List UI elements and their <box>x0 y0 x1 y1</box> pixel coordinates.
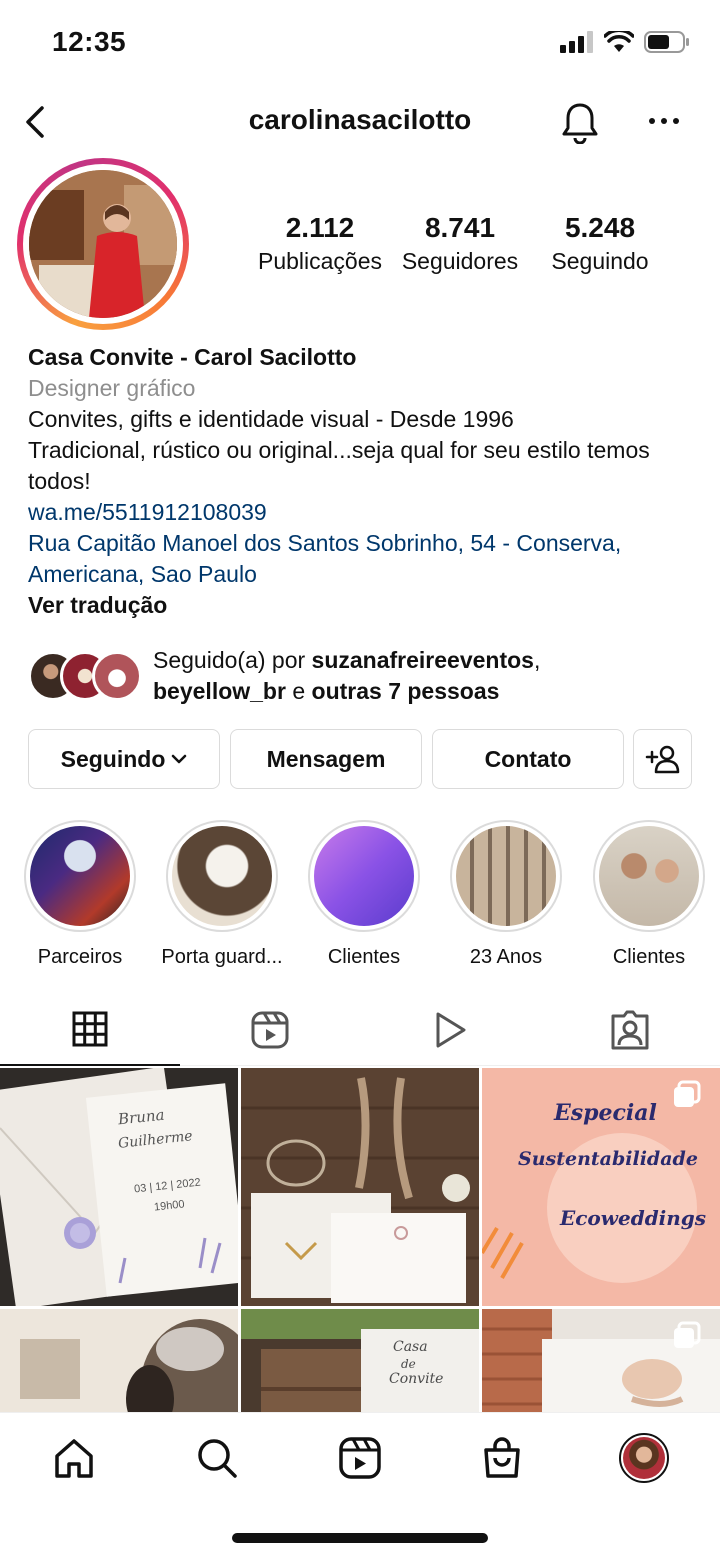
stat-value: 8.741 <box>424 212 496 243</box>
battery-icon <box>644 31 689 53</box>
search-icon <box>198 1439 237 1478</box>
wifi-icon <box>604 31 634 52</box>
stat-value: 2.112 <box>285 212 355 243</box>
reels-icon <box>251 1011 289 1049</box>
highlight-cover <box>30 826 130 926</box>
post-thumbnail[interactable] <box>482 1309 720 1412</box>
stat-followers[interactable]: 8.741 Seguidores <box>390 212 530 275</box>
signal-icon <box>560 31 593 53</box>
following-button[interactable]: Seguindo <box>28 729 220 789</box>
stat-following[interactable]: 5.248 Seguindo <box>530 212 670 275</box>
highlight-cover <box>314 826 414 926</box>
stat-label: Seguidores <box>401 248 519 274</box>
profile-header: carolinasacilotto <box>0 92 720 152</box>
bio-line: Convites, gifts e identidade visual - De… <box>28 406 514 432</box>
post-text: Sustentabilidade <box>518 1148 698 1170</box>
post-thumbnail[interactable]: Especial Sustentabilidade Ecoweddings <box>482 1068 720 1306</box>
message-button[interactable]: Mensagem <box>230 729 422 789</box>
profile-photo <box>29 170 177 318</box>
profile-category: Designer gráfico <box>28 375 196 401</box>
highlight-label: Porta guard... <box>161 946 283 968</box>
mutual-follower-avatars <box>28 651 144 701</box>
nav-home[interactable] <box>49 1433 99 1483</box>
profile-avatar[interactable] <box>17 158 189 330</box>
stat-posts[interactable]: 2.112 Publicações <box>250 212 390 275</box>
tagged-user-icon <box>611 1010 649 1050</box>
highlight-label: Clientes <box>612 946 686 968</box>
highlight-label: 23 Anos <box>469 946 543 968</box>
highlight-item[interactable]: 23 Anos <box>436 820 576 969</box>
status-time: 12:35 <box>52 26 127 57</box>
post-text: de <box>401 1357 416 1371</box>
highlight-cover <box>456 826 556 926</box>
posts-grid: Bruna Guilherme 03 | 12 | 2022 19h00 Esp… <box>0 1068 720 1412</box>
nav-profile[interactable] <box>619 1433 669 1483</box>
suggested-people-button[interactable] <box>633 729 692 789</box>
grid-icon <box>72 1011 108 1047</box>
post-text: Convite <box>389 1371 444 1387</box>
home-indicator[interactable] <box>232 1533 488 1543</box>
more-options-button[interactable] <box>644 106 684 136</box>
home-icon <box>55 1439 93 1478</box>
tab-tagged[interactable] <box>540 994 720 1066</box>
message-label: Mensagem <box>266 745 386 772</box>
following-label: Seguindo <box>60 745 166 772</box>
see-translation-link[interactable]: Ver tradução <box>28 590 698 621</box>
post-thumbnail[interactable] <box>0 1309 238 1412</box>
other-followers[interactable]: outras 7 pessoas <box>312 678 500 704</box>
profile-full-name: Casa Convite - Carol Sacilotto <box>28 344 357 370</box>
nav-shop[interactable] <box>477 1433 527 1483</box>
followed-by-text: Seguido(a) por suzanafreireeventos, beye… <box>153 647 541 704</box>
followed-by[interactable]: Seguido(a) por suzanafreireeventos, beye… <box>28 645 708 709</box>
reels-icon <box>339 1437 381 1479</box>
bio-website-link[interactable]: wa.me/5511912108039 <box>28 497 698 528</box>
stat-value: 5.248 <box>564 212 636 243</box>
nav-reels[interactable] <box>335 1433 385 1483</box>
contact-button[interactable]: Contato <box>432 729 624 789</box>
tab-reels[interactable] <box>180 994 360 1066</box>
highlight-item[interactable]: Porta guard... <box>152 820 292 969</box>
more-horizontal-icon <box>649 118 679 124</box>
profile-actions: Seguindo Mensagem Contato <box>28 729 692 789</box>
post-thumbnail[interactable]: Casa de Convite <box>241 1309 479 1412</box>
status-icons <box>560 30 690 54</box>
add-user-icon <box>645 745 679 774</box>
profile-stats: 2.112 Publicações 8.741 Seguidores 5.248… <box>250 212 670 275</box>
play-icon <box>436 1012 466 1048</box>
follower-username[interactable]: suzanafreireeventos <box>312 647 534 673</box>
story-highlights: Parceiros Porta guard... Clientes 23 Ano… <box>0 820 720 970</box>
tab-posts-grid[interactable] <box>0 994 180 1066</box>
post-text: Casa <box>393 1339 428 1355</box>
follower-username[interactable]: beyellow_br <box>153 678 286 704</box>
highlight-item[interactable]: Parceiros <box>10 820 150 969</box>
bell-icon <box>562 103 598 145</box>
status-bar: 12:35 <box>0 0 720 88</box>
notifications-button[interactable] <box>558 100 602 145</box>
post-thumbnail[interactable]: Bruna Guilherme 03 | 12 | 2022 19h00 <box>0 1068 238 1306</box>
highlight-label: Parceiros <box>37 946 123 968</box>
avatar <box>623 1437 665 1479</box>
stat-label: Seguindo <box>551 248 649 274</box>
highlight-item[interactable]: Clientes <box>579 820 719 969</box>
shopping-bag-icon <box>484 1437 520 1478</box>
stat-label: Publicações <box>257 248 383 274</box>
contact-label: Contato <box>484 745 572 772</box>
profile-bio: Casa Convite - Carol Sacilotto Designer … <box>28 342 698 621</box>
tab-videos[interactable] <box>360 994 540 1066</box>
profile-username: carolinasacilotto <box>248 104 472 135</box>
profile-tabs <box>0 994 720 1066</box>
bio-address-link[interactable]: Rua Capitão Manoel dos Santos Sobrinho, … <box>28 528 698 590</box>
bio-line: Tradicional, rústico ou original...seja … <box>28 437 650 494</box>
highlight-cover <box>172 826 272 926</box>
post-thumbnail[interactable] <box>241 1068 479 1306</box>
highlight-label: Clientes <box>327 946 401 968</box>
post-text: Especial <box>554 1100 657 1126</box>
highlight-cover <box>599 826 699 926</box>
chevron-down-icon <box>172 754 187 764</box>
post-text: Ecoweddings <box>560 1206 707 1230</box>
nav-search[interactable] <box>192 1433 242 1483</box>
avatar <box>92 651 142 701</box>
highlight-item[interactable]: Clientes <box>294 820 434 969</box>
